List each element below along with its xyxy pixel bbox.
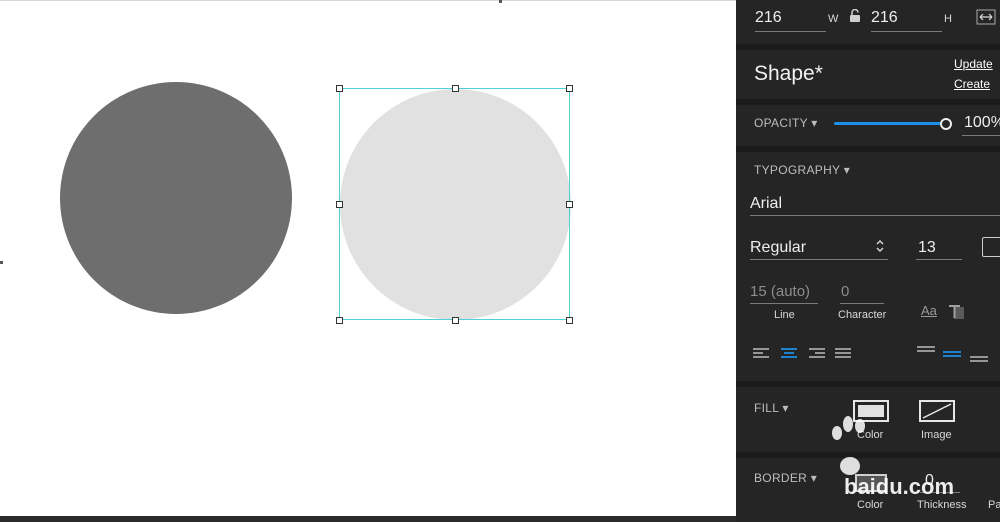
fill-image-label: Image bbox=[921, 429, 952, 441]
selection-box[interactable] bbox=[339, 88, 570, 320]
font-family-select[interactable]: Arial bbox=[750, 195, 782, 213]
text-color-swatch[interactable] bbox=[982, 237, 1000, 257]
width-input[interactable]: 216 bbox=[755, 9, 782, 27]
opacity-value-underline bbox=[962, 135, 1000, 136]
font-style-underline bbox=[750, 259, 888, 260]
resize-handle-nw[interactable] bbox=[336, 85, 343, 92]
properties-panel: 216 W 216 H Shape* Update Create OPACITY… bbox=[736, 0, 1000, 522]
font-size-input[interactable]: 13 bbox=[918, 239, 936, 257]
panel-separator-4 bbox=[736, 381, 1000, 387]
font-size-underline bbox=[916, 259, 962, 260]
design-canvas[interactable] bbox=[0, 0, 736, 522]
character-spacing-label: Character bbox=[838, 309, 887, 321]
canvas-bottom-bar bbox=[0, 516, 736, 522]
height-label: H bbox=[944, 13, 952, 25]
character-spacing-underline bbox=[840, 303, 884, 304]
opacity-slider-track[interactable] bbox=[834, 122, 946, 125]
align-right-icon[interactable] bbox=[808, 347, 826, 361]
resize-handle-n[interactable] bbox=[452, 85, 459, 92]
canvas-edge-marker-top bbox=[499, 0, 502, 3]
text-case-icon[interactable]: Aa bbox=[921, 303, 937, 318]
opacity-section-label[interactable]: OPACITY ▾ bbox=[754, 116, 818, 130]
panel-separator-1 bbox=[736, 44, 1000, 50]
height-input[interactable]: 216 bbox=[871, 9, 898, 27]
line-height-input[interactable]: 15 (auto) bbox=[750, 283, 810, 300]
shape-title: Shape* bbox=[754, 62, 823, 85]
panel-separator-3 bbox=[736, 146, 1000, 152]
border-third-label: Pa bbox=[988, 499, 1000, 511]
border-thickness-label: Thickness bbox=[917, 499, 967, 511]
resize-handle-w[interactable] bbox=[336, 201, 343, 208]
font-family-underline bbox=[750, 215, 1000, 216]
height-input-underline bbox=[871, 31, 942, 32]
align-justify-icon[interactable] bbox=[834, 347, 852, 361]
updown-chevron-icon[interactable] bbox=[875, 238, 885, 254]
lock-open-icon[interactable] bbox=[849, 9, 861, 23]
resize-handle-sw[interactable] bbox=[336, 317, 343, 324]
width-label: W bbox=[828, 13, 839, 25]
border-section-label[interactable]: BORDER ▾ bbox=[754, 471, 817, 485]
panel-separator-2 bbox=[736, 99, 1000, 105]
watermark-text: baidu.com bbox=[844, 474, 955, 499]
baidu-paw-logo bbox=[832, 416, 865, 475]
fit-width-icon[interactable] bbox=[976, 9, 996, 25]
update-link[interactable]: Update bbox=[954, 57, 993, 71]
resize-handle-ne[interactable] bbox=[566, 85, 573, 92]
valign-middle-icon[interactable] bbox=[942, 348, 962, 362]
opacity-value[interactable]: 100% bbox=[964, 114, 1000, 132]
resize-handle-se[interactable] bbox=[566, 317, 573, 324]
valign-bottom-icon[interactable] bbox=[969, 351, 989, 365]
dark-circle-shape[interactable] bbox=[60, 82, 292, 314]
resize-handle-s[interactable] bbox=[452, 317, 459, 324]
fill-section-label[interactable]: FILL ▾ bbox=[754, 401, 789, 415]
line-height-label: Line bbox=[774, 309, 795, 321]
resize-handle-e[interactable] bbox=[566, 201, 573, 208]
canvas-edge-marker-left bbox=[0, 261, 3, 264]
width-input-underline bbox=[755, 31, 826, 32]
align-center-icon[interactable] bbox=[780, 347, 798, 361]
typography-section-label[interactable]: TYPOGRAPHY ▾ bbox=[754, 163, 850, 177]
border-color-label: Color bbox=[857, 499, 884, 511]
line-height-underline bbox=[750, 303, 818, 304]
valign-top-icon[interactable] bbox=[916, 345, 936, 359]
font-style-select[interactable]: Regular bbox=[750, 239, 806, 257]
fill-image-icon[interactable] bbox=[919, 400, 955, 422]
create-link[interactable]: Create bbox=[954, 77, 990, 91]
text-transform-icon[interactable] bbox=[948, 304, 968, 320]
character-spacing-input[interactable]: 0 bbox=[841, 283, 849, 300]
align-left-icon[interactable] bbox=[752, 347, 770, 361]
opacity-slider-thumb[interactable] bbox=[940, 118, 952, 130]
